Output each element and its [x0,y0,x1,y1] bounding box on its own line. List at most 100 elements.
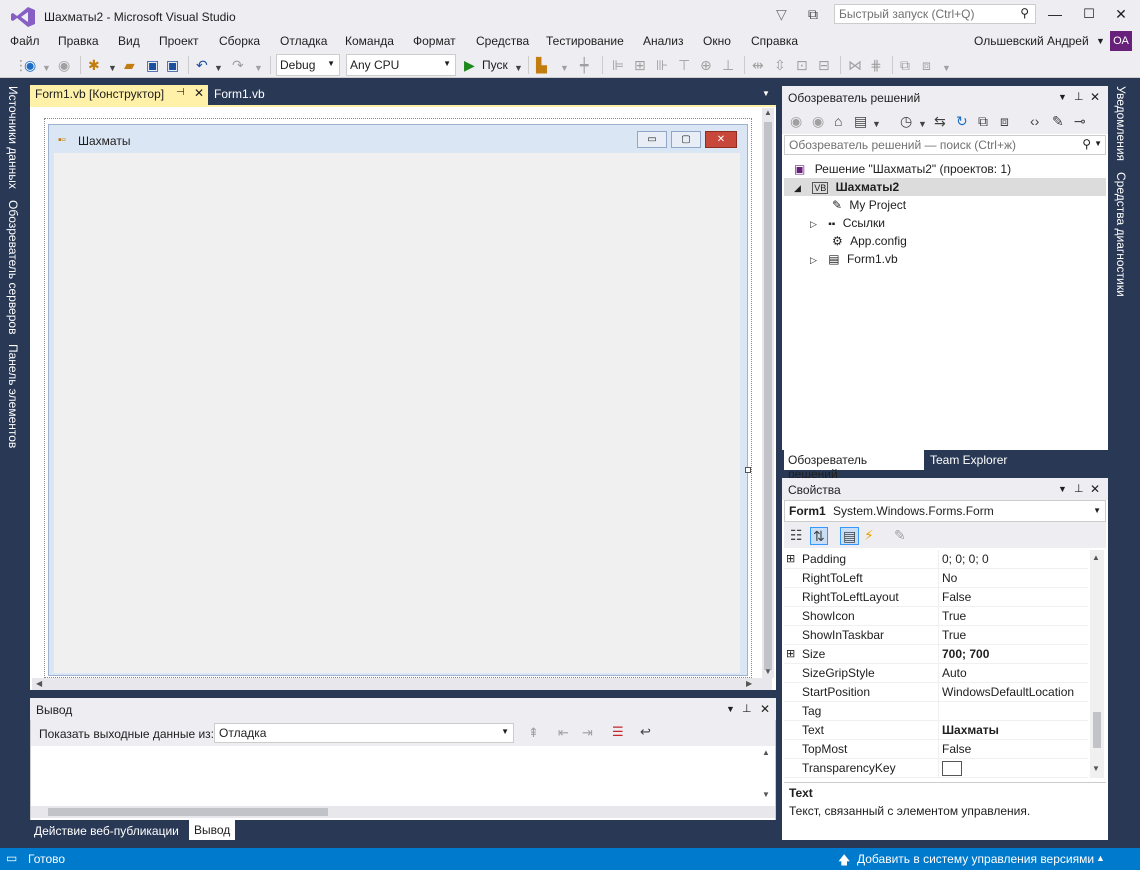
back-dropdown-icon[interactable]: ▼ [42,60,51,76]
scroll-up-icon[interactable]: ▲ [762,748,770,757]
alphabetical-icon[interactable]: ⇅ [810,527,828,545]
find-in-files-icon[interactable]: ▙ [536,57,547,73]
align-left-icon[interactable]: ⊫ [612,57,624,73]
view-code-icon[interactable]: ‹› [1030,113,1039,129]
output-source-select[interactable]: Отладка ▼ [214,723,514,743]
quick-launch-input[interactable]: Быстрый запуск (Ctrl+Q) ⚲ [834,4,1036,24]
property-value[interactable]: Шахматы [942,723,999,737]
menu-build[interactable]: Сборка [219,34,260,48]
tab-form-code[interactable]: Form1.vb [210,86,308,104]
pin-icon[interactable]: ⊥ [742,702,752,715]
expand-icon[interactable]: ⊞ [786,552,795,565]
show-all-files-icon[interactable]: ⧈ [1000,113,1009,129]
tree-item-references[interactable]: ▷ ▪▪ Ссылки [810,214,885,232]
scrollbar-thumb[interactable] [1093,712,1101,748]
property-value[interactable]: False [942,742,971,756]
scrollbar-thumb[interactable] [764,122,772,670]
collapsed-arrow-icon[interactable]: ▷ [810,255,817,265]
forward-icon[interactable]: ◉ [58,57,70,73]
property-value[interactable]: Auto [942,666,967,680]
property-value[interactable]: True [942,609,966,623]
redo-icon[interactable]: ↷ [232,57,244,73]
property-value[interactable]: 700; 700 [942,647,989,661]
back-icon[interactable]: ◉ [790,113,802,129]
minimize-button[interactable]: — [1040,6,1070,26]
toolbar-overflow-icon[interactable]: ▼ [942,60,951,76]
property-row[interactable]: SizeGripStyle Auto [784,664,1088,683]
send-to-back-icon[interactable]: ⧈ [922,57,931,73]
avatar[interactable]: ОА [1110,31,1132,51]
property-row[interactable]: TransparencyKey [784,759,1088,778]
property-value[interactable]: False [942,590,971,604]
forward-icon[interactable]: ◉ [812,113,824,129]
close-panel-icon[interactable]: ✕ [1090,90,1100,104]
form-client-area[interactable] [54,153,740,673]
new-project-dropdown-icon[interactable]: ▼ [108,60,117,76]
property-row[interactable]: StartPosition WindowsDefaultLocation [784,683,1088,702]
expand-icon[interactable]: ⊞ [786,647,795,660]
menu-view[interactable]: Вид [118,34,140,48]
expanded-arrow-icon[interactable]: ◢ [794,183,801,193]
scroll-up-icon[interactable]: ▲ [1092,553,1100,562]
align-right-icon[interactable]: ⊪ [656,57,668,73]
sync-icon[interactable]: ⇆ [934,113,946,129]
property-row[interactable]: ⊞ Size 700; 700 [784,645,1088,664]
categorized-icon[interactable]: ☷ [790,527,803,543]
same-size-icon[interactable]: ⊡ [796,57,808,73]
scroll-down-icon[interactable]: ▼ [764,667,772,676]
pin-icon[interactable]: ⊣ [176,87,185,98]
run-dropdown-icon[interactable]: ▼ [514,60,523,76]
redo-dropdown-icon[interactable]: ▼ [254,60,263,76]
panel-menu-icon[interactable]: ▼ [1058,92,1067,102]
close-tab-icon[interactable]: ✕ [194,86,204,100]
preview-icon[interactable]: ⊸ [1074,113,1086,129]
run-button[interactable]: Пуск [482,57,508,73]
tree-item-my-project[interactable]: ✎ My Project [832,196,906,214]
search-options-icon[interactable]: ▼ [1094,139,1102,148]
property-row[interactable]: ShowInTaskbar True [784,626,1088,645]
snap-icon[interactable]: ┿ [580,57,588,73]
pin-icon[interactable]: ⊥ [1074,90,1084,103]
property-row[interactable]: RightToLeft No [784,569,1088,588]
menu-team[interactable]: Команда [345,34,394,48]
new-project-icon[interactable]: ✱ [88,57,100,73]
events-icon[interactable]: ⚡ [864,527,874,543]
color-swatch[interactable] [942,761,962,776]
align-top-icon[interactable]: ⊤ [678,57,690,73]
word-wrap-icon[interactable]: ↩ [640,724,651,740]
property-row[interactable]: RightToLeftLayout False [784,588,1088,607]
property-row[interactable]: ShowIcon True [784,607,1088,626]
property-row[interactable]: Tag [784,702,1088,721]
property-row[interactable]: ⊞ Padding 0; 0; 0; 0 [784,550,1088,569]
tree-item-solution[interactable]: ▣ Решение "Шахматы2" (проектов: 1) [794,160,1011,178]
align-middle-icon[interactable]: ⊕ [700,57,712,73]
properties-view-icon[interactable]: ▤ [840,527,860,545]
side-tab-server-explorer[interactable]: Обозреватель серверов [6,200,20,334]
goto-message-icon[interactable]: ⇞ [528,725,539,741]
switch-views-dropdown-icon[interactable]: ▼ [872,116,881,132]
object-selector[interactable]: Form1 System.Windows.Forms.Form ▼ [784,500,1106,522]
filter-dropdown-icon[interactable]: ▼ [918,116,927,132]
scroll-left-icon[interactable]: ◀ [36,679,42,688]
open-file-icon[interactable]: ▰ [124,57,135,73]
back-icon[interactable]: ◉ [24,57,36,73]
menu-analyze[interactable]: Анализ [643,34,684,48]
vertical-spacing-icon[interactable]: ⋕ [870,57,882,73]
panel-menu-icon[interactable]: ▼ [726,704,735,714]
undo-icon[interactable]: ↶ [196,57,208,73]
account-dropdown-icon[interactable]: ▼ [1096,36,1105,46]
platform-select[interactable]: Any CPU ▼ [346,54,456,76]
scroll-down-icon[interactable]: ▼ [762,790,770,799]
next-message-icon[interactable]: ⇥ [582,725,593,741]
property-row[interactable]: TopMost False [784,740,1088,759]
clear-all-icon[interactable]: ☰ [612,724,624,740]
property-value[interactable]: WindowsDefaultLocation [942,685,1074,699]
tree-item-app-config[interactable]: ⚙ App.config [832,232,907,250]
tree-item-project[interactable]: ◢ VB Шахматы2 [794,178,899,196]
run-icon[interactable]: ▶ [464,57,475,73]
menu-file[interactable]: Файл [10,34,40,48]
side-tab-data-sources[interactable]: Источники данных [6,86,20,189]
tab-overflow-icon[interactable]: ▼ [762,89,770,98]
toolbar-overflow-icon[interactable]: ▼ [560,60,569,76]
menu-window[interactable]: Окно [703,34,731,48]
